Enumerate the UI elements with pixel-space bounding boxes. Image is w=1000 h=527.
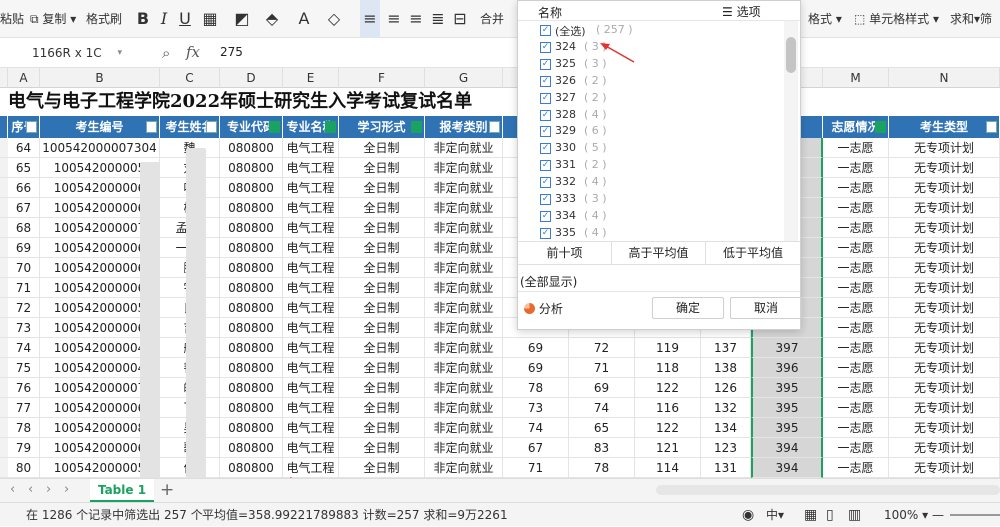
nav-last-icon[interactable]: ›	[64, 482, 69, 497]
page-break-icon[interactable]: ▥	[848, 503, 861, 527]
add-sheet-icon[interactable]: +	[160, 480, 174, 500]
input-method-icon[interactable]: 中▾	[766, 503, 784, 527]
sheet-tab-table1[interactable]: Table 1	[90, 479, 154, 502]
zoom-level[interactable]: 100% ▾	[884, 503, 928, 527]
nav-first-icon[interactable]: ‹	[10, 482, 15, 497]
normal-view-icon[interactable]: ▦	[804, 503, 817, 527]
nav-next-icon[interactable]: ›	[46, 482, 51, 497]
annotation-arrow-top	[600, 43, 635, 63]
status-bar: 在 1286 个记录中筛选出 257 个 平均值=358.99221789883…	[0, 502, 1000, 526]
sheet-tab-bar: ‹ ‹ › › Table 1 +	[0, 478, 1000, 502]
horizontal-scrollbar[interactable]	[656, 485, 1000, 495]
annotation-layer	[289, 43, 635, 503]
zoom-slider[interactable]	[950, 514, 1000, 516]
filter-status-text: 在 1286 个记录中筛选出 257 个	[26, 508, 203, 522]
selection-stats-text: 平均值=358.99221789883 计数=257 求和=9万2261	[202, 508, 508, 522]
zoom-out-icon[interactable]: —	[932, 503, 944, 527]
eye-icon[interactable]: ◉	[742, 503, 754, 527]
nav-prev-icon[interactable]: ‹	[28, 482, 33, 497]
page-layout-icon[interactable]: ▯	[826, 503, 834, 527]
